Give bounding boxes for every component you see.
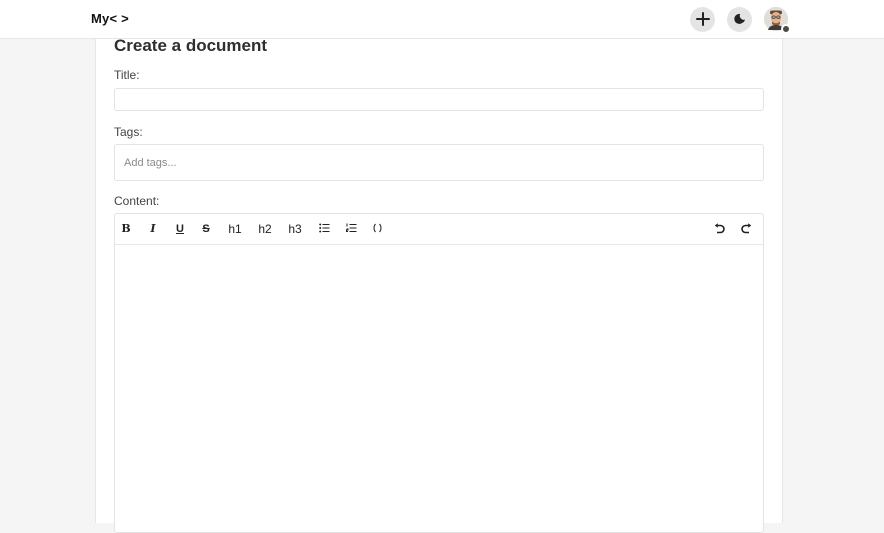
header-actions [678, 6, 791, 34]
new-document-button[interactable] [690, 6, 715, 32]
plus-icon [695, 12, 710, 26]
app-logo[interactable]: My< > [91, 11, 129, 26]
redo-button[interactable] [739, 221, 753, 237]
bullet-list-icon [317, 223, 331, 233]
redo-icon [739, 223, 753, 234]
content-label: Content: [114, 194, 160, 208]
tags-input[interactable] [114, 144, 764, 181]
theme-toggle-button[interactable] [727, 6, 752, 32]
editor-content-area[interactable] [115, 245, 763, 532]
create-document-panel: Create a document Title: Tags: Content: … [95, 36, 783, 533]
italic-button[interactable]: I [147, 221, 159, 237]
title-label: Title: [114, 68, 140, 82]
undo-icon [712, 223, 726, 234]
undo-button[interactable] [712, 221, 726, 237]
rich-text-editor: B I U S h1 h2 h3 [114, 213, 764, 533]
strikethrough-button[interactable]: S [200, 221, 212, 237]
heading2-button[interactable]: h2 [256, 221, 274, 237]
title-input[interactable] [114, 88, 764, 111]
bold-button[interactable]: B [120, 221, 132, 237]
user-avatar[interactable] [764, 7, 791, 34]
top-navbar: My< > [0, 0, 884, 39]
underline-button[interactable]: U [174, 221, 186, 237]
status-indicator [781, 24, 791, 34]
editor-toolbar: B I U S h1 h2 h3 [115, 214, 763, 245]
code-icon [371, 223, 383, 233]
page-title: Create a document [114, 36, 268, 55]
ordered-list-button[interactable] [344, 221, 358, 237]
bullet-list-button[interactable] [317, 221, 331, 237]
tags-label: Tags: [114, 125, 143, 139]
moon-icon [733, 13, 746, 25]
heading1-button[interactable]: h1 [226, 221, 244, 237]
heading3-button[interactable]: h3 [286, 221, 304, 237]
ordered-list-icon [344, 223, 358, 233]
code-button[interactable] [371, 221, 383, 237]
